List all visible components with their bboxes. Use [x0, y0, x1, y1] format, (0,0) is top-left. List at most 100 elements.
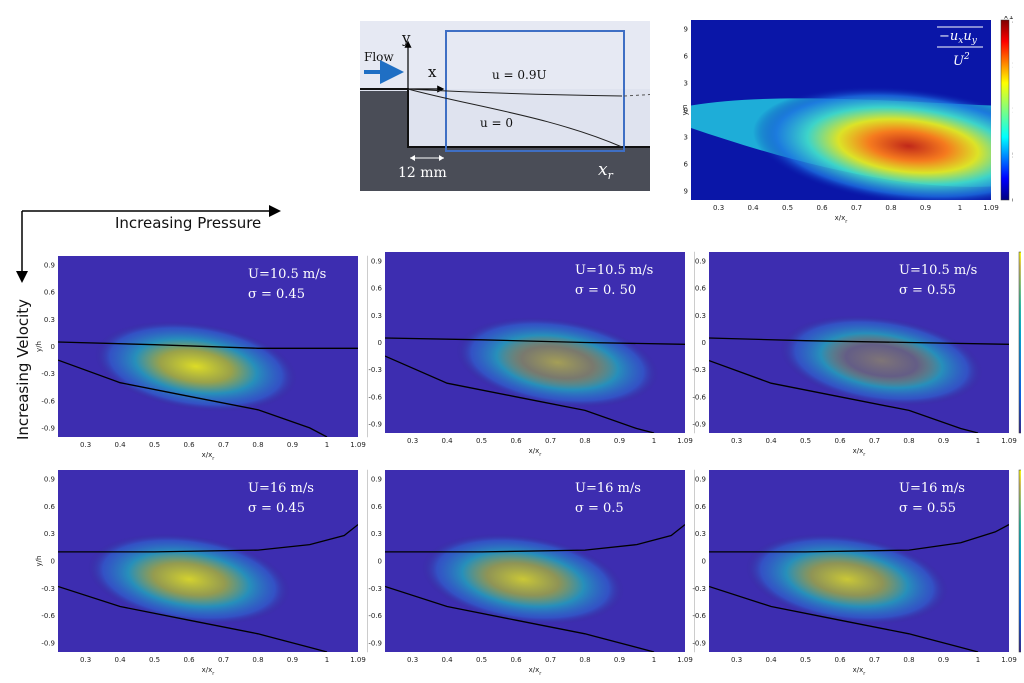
y-tick: -0.6 — [41, 397, 55, 405]
u0-label: u = 0 — [480, 116, 513, 130]
x-tick: 0.8 — [579, 437, 590, 445]
heatmap-r1c1: 0.3 0.4 0.5 0.6 0.7 0.8 0.9 1 1.090.90.60.30-0.3… — [35, 255, 368, 462]
x-tick: 0.3 — [407, 437, 418, 445]
colorbar-tick: 10 — [1012, 107, 1013, 115]
y-tick: -0.9 — [41, 424, 55, 432]
flow-label: Flow — [364, 50, 394, 64]
y-axis-label: y/h — [683, 105, 689, 116]
x-tick: 0.6 — [834, 437, 846, 445]
x-tick: 0.7 — [869, 437, 880, 445]
velocity-annotation: U=16 m/s — [248, 481, 314, 496]
y-tick: 0.3 — [695, 312, 706, 320]
x-tick: 0.3 — [80, 656, 91, 664]
velocity-annotation: U=10.5 m/s — [899, 263, 977, 278]
x-tick: 0.8 — [252, 656, 263, 664]
y-tick: 0.3 — [683, 80, 688, 88]
y-tick: 0 — [51, 558, 55, 566]
y-tick: -0.9 — [368, 420, 382, 428]
x-tick: 0.3 — [713, 204, 724, 212]
x-tick: 0.6 — [183, 441, 195, 449]
x-tick: 1 — [958, 204, 962, 212]
x-tick: 0.9 — [614, 437, 625, 445]
y-tick: 0.9 — [44, 262, 55, 270]
y-tick: 0.6 — [371, 503, 383, 511]
heatmap-r2c2: 0.3 0.4 0.5 0.6 0.7 0.8 0.9 1 1.090.90.60.30-0.3… — [368, 469, 695, 677]
x-tick: 0.3 — [407, 656, 418, 664]
x-tick: 0.5 — [476, 437, 487, 445]
x-tick: 0.5 — [149, 441, 160, 449]
colorbar — [1000, 19, 1010, 201]
x-tick: 0.4 — [441, 437, 453, 445]
velocity-annotation: U=16 m/s — [575, 481, 641, 496]
x-tick: 0.8 — [903, 437, 914, 445]
x-tick: 0.3 — [731, 656, 742, 664]
velocity-annotation: U=16 m/s — [899, 481, 965, 496]
y-tick: -0.6 — [368, 612, 382, 620]
y-tick: -0.3 — [368, 366, 382, 374]
y-tick: -0.9 — [692, 639, 706, 647]
y-tick: 0 — [702, 558, 706, 566]
x-tick: 0.6 — [510, 437, 522, 445]
colorbar — [1018, 251, 1021, 434]
x-tick: 0.9 — [614, 656, 625, 664]
y-tick: 0.6 — [44, 503, 56, 511]
x-axis-label: x/xr — [202, 451, 216, 462]
x-tick: 0.4 — [747, 204, 759, 212]
colorbar-exponent: ×10-3 — [1003, 16, 1013, 21]
x-tick: 0.8 — [903, 656, 914, 664]
x-tick: 0.9 — [287, 441, 298, 449]
y-tick: 0 — [702, 339, 706, 347]
x-tick: 0.6 — [816, 204, 828, 212]
x-tick: 0.4 — [765, 656, 777, 664]
y-tick: -0.3 — [692, 366, 706, 374]
sigma-annotation: σ = 0.5 — [575, 501, 624, 516]
y-tick: -0.3 — [41, 585, 55, 593]
y-tick: 0.9 — [44, 476, 55, 484]
flow-schematic: y x Flow u = 0.9U u = 0 12 mm xr — [360, 21, 650, 191]
x-tick: 1.09 — [1001, 437, 1017, 445]
x-tick: 1 — [976, 437, 980, 445]
x-tick: 1.09 — [983, 204, 999, 212]
y-tick: 0.9 — [695, 476, 706, 484]
x-tick: 0.5 — [782, 204, 793, 212]
x-tick: 1 — [976, 656, 980, 664]
colorbar-tick: 15 — [1012, 62, 1013, 70]
x-tick: 1 — [325, 441, 329, 449]
y-tick: 0.9 — [371, 258, 382, 266]
x-tick: 0.9 — [287, 656, 298, 664]
y-tick: -0.3 — [683, 134, 688, 142]
y-tick: -0.3 — [368, 585, 382, 593]
heatmap-top-right: 0.3 0.4 0.5 0.6 0.7 0.8 0.9 1 1.09 0.9 0.6 0.3 0 -0.3… — [683, 16, 1013, 225]
sigma-annotation: σ = 0. 50 — [575, 283, 636, 298]
x-tick: 0.7 — [851, 204, 862, 212]
sigma-annotation: σ = 0.55 — [899, 501, 956, 516]
x-tick: 0.3 — [731, 437, 742, 445]
x-tick: 0.7 — [218, 441, 229, 449]
sigma-annotation: σ = 0.45 — [248, 287, 305, 302]
y-tick: 0.6 — [683, 53, 689, 61]
x-tick: 0.9 — [938, 437, 949, 445]
colorbar-tick: 5 — [1012, 152, 1013, 160]
x-tick: 1 — [325, 656, 329, 664]
x-tick: 1 — [652, 656, 656, 664]
x-tick: 0.4 — [765, 437, 777, 445]
x-tick: 0.8 — [252, 441, 263, 449]
x-axis-label: x/xr — [529, 666, 543, 677]
x-tick: 0.3 — [80, 441, 91, 449]
schem-y-label: y — [401, 29, 411, 47]
x-axis-label: x/xr — [529, 447, 543, 458]
x-axis-label: x/xr — [202, 666, 216, 677]
y-axis-label: y/h — [35, 556, 43, 567]
x-tick: 0.5 — [800, 437, 811, 445]
x-tick: 0.8 — [579, 656, 590, 664]
x-tick: 0.6 — [834, 656, 846, 664]
y-tick: 0.6 — [371, 285, 383, 293]
sigma-annotation: σ = 0.45 — [248, 501, 305, 516]
y-tick: -0.3 — [692, 585, 706, 593]
x-tick: 0.9 — [938, 656, 949, 664]
y-tick: 0.6 — [695, 503, 707, 511]
x-tick: 0.4 — [114, 656, 126, 664]
y-tick: 0.6 — [44, 289, 56, 297]
y-tick: 0.3 — [44, 316, 55, 324]
y-tick: 0 — [378, 558, 382, 566]
